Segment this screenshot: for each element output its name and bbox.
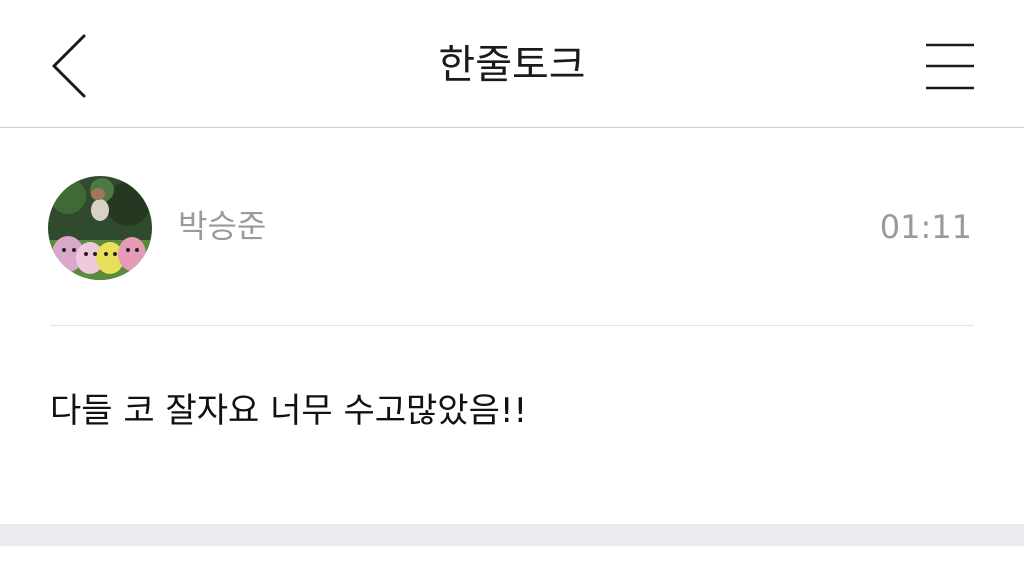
talk-screen: 한줄토크 박승준 01:11 다들 코 잘자요 너무 수고많았음!! (0, 0, 1024, 577)
page-title: 한줄토크 (438, 42, 586, 88)
menu-button[interactable] (918, 36, 982, 96)
post-timestamp: 01:11 (879, 208, 972, 246)
hamburger-menu-icon (926, 43, 974, 90)
divider (50, 325, 974, 326)
back-button[interactable] (40, 28, 100, 104)
author-name[interactable]: 박승준 (178, 206, 266, 246)
chevron-left-icon (52, 34, 86, 98)
header-bar: 한줄토크 (0, 0, 1024, 128)
profile-photo-icon (48, 176, 152, 280)
talk-post: 박승준 01:11 다들 코 잘자요 너무 수고많았음!! (0, 129, 1024, 524)
avatar[interactable] (48, 176, 152, 280)
section-separator (0, 524, 1024, 546)
post-message: 다들 코 잘자요 너무 수고많았음!! (50, 391, 528, 431)
